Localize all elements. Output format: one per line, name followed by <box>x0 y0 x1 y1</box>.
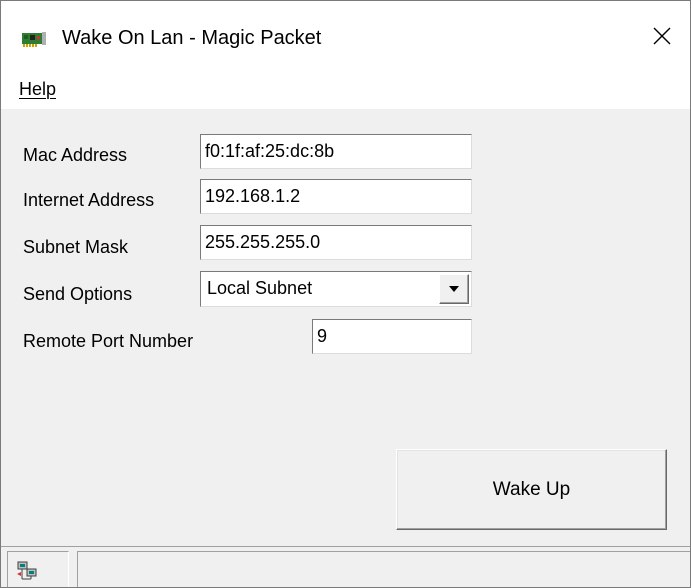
mac-address-field[interactable]: f0:1f:af:25:dc:8b <box>200 134 472 169</box>
status-text-pane <box>77 551 690 587</box>
subnet-mask-label: Subnet Mask <box>23 237 129 257</box>
menu-bar: Help <box>1 71 690 109</box>
dropdown-arrow-button[interactable] <box>439 274 469 304</box>
send-options-label: Send Options <box>23 284 133 304</box>
mac-address-label: Mac Address <box>23 145 128 165</box>
internet-address-field[interactable]: 192.168.1.2 <box>200 179 472 214</box>
internet-address-label: Internet Address <box>23 190 155 210</box>
menu-help-accelerator: H <box>19 79 32 99</box>
menu-help[interactable]: Help <box>19 79 56 100</box>
network-computers-icon <box>17 561 37 580</box>
send-options-value: Local Subnet <box>207 278 313 298</box>
network-card-icon <box>21 30 47 47</box>
wake-up-button[interactable]: Wake Up <box>396 449 667 530</box>
remote-port-field[interactable]: 9 <box>312 319 472 354</box>
subnet-mask-field[interactable]: 255.255.255.0 <box>200 225 472 260</box>
send-options-dropdown[interactable]: Local Subnet <box>200 271 472 307</box>
close-button[interactable] <box>641 15 683 57</box>
status-icon-pane <box>7 551 69 587</box>
window-title: Wake On Lan - Magic Packet <box>62 27 322 49</box>
chevron-down-icon <box>449 286 459 292</box>
close-icon <box>653 27 671 45</box>
menu-help-label: elp <box>32 79 57 99</box>
remote-port-label: Remote Port Number <box>23 331 194 351</box>
status-bar <box>1 546 690 587</box>
title-bar[interactable]: Wake On Lan - Magic Packet <box>1 1 690 71</box>
app-window: Wake On Lan - Magic Packet Help Mac Addr… <box>0 0 691 588</box>
